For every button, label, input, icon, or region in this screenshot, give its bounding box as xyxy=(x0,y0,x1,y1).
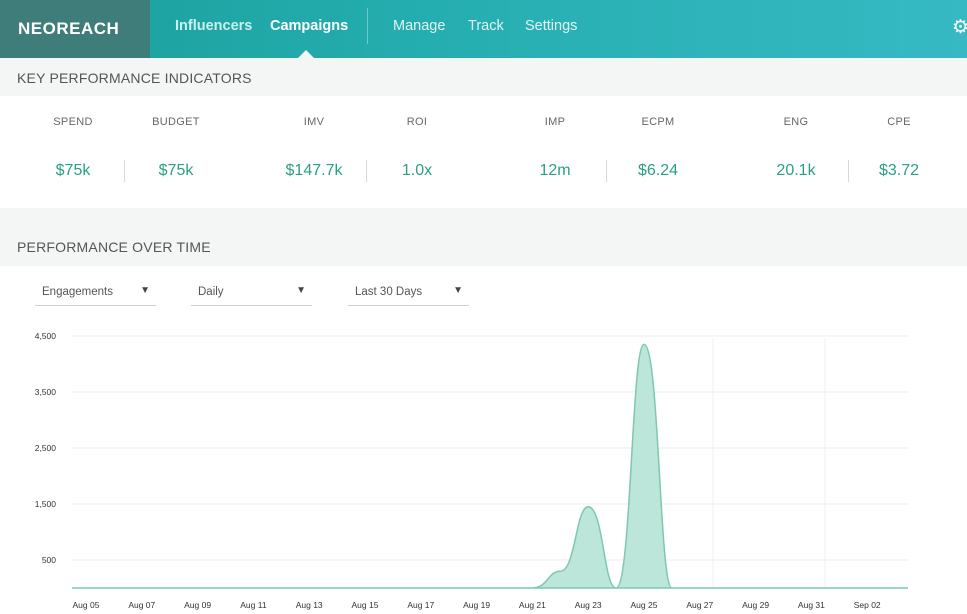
range-select[interactable]: Last 30 Days ▼ xyxy=(348,280,469,306)
y-tick-label: 500 xyxy=(42,555,56,565)
kpi-value-budget: $75k xyxy=(158,162,194,179)
y-tick-label: 2,500 xyxy=(35,443,57,453)
kpi-value-imv: $147.7k xyxy=(285,162,343,179)
kpi-label-budget: BUDGET xyxy=(152,116,200,128)
kpi-label-cpe: CPE xyxy=(887,116,911,128)
performance-header: PERFORMANCE OVER TIME xyxy=(0,208,967,266)
x-tick-label: Aug 23 xyxy=(575,600,602,610)
kpi-value-imp: 12m xyxy=(539,162,571,179)
x-tick-label: Aug 31 xyxy=(798,600,825,610)
kpi-value-cpe: $3.72 xyxy=(878,162,920,179)
kpi-divider xyxy=(124,160,125,182)
interval-select[interactable]: Daily ▼ xyxy=(191,280,312,306)
kpi-divider xyxy=(606,160,607,182)
nav-item-campaigns[interactable]: Campaigns xyxy=(270,18,348,34)
kpi-label-eng: ENG xyxy=(783,116,809,128)
chart-grid xyxy=(72,335,908,589)
interval-select-value: Daily xyxy=(198,286,224,298)
x-tick-label: Aug 21 xyxy=(519,600,546,610)
kpi-value-eng: 20.1k xyxy=(776,162,816,179)
kpi-value-spend: $75k xyxy=(55,162,91,179)
chevron-down-icon: ▼ xyxy=(296,285,306,296)
kpi-label-ecpm: ECPM xyxy=(641,116,675,128)
engagements-chart[interactable]: 5001,5002,5003,5004,500 Aug 05 Aug 07 Aug … xyxy=(0,320,967,614)
x-tick-label: Aug 11 xyxy=(240,600,267,610)
range-select-value: Last 30 Days xyxy=(355,286,423,298)
kpi-label-roi: ROI xyxy=(406,116,428,128)
top-nav: NEOREACH Influencers Campaigns Manage Tr… xyxy=(0,0,967,59)
performance-title: PERFORMANCE OVER TIME xyxy=(17,239,211,255)
y-axis-ticks: 500 1,500 2,500 3,500 4,500 xyxy=(35,331,57,565)
kpi-header: KEY PERFORMANCE INDICATORS xyxy=(0,58,967,96)
kpi-label-imp: IMP xyxy=(544,116,566,128)
x-tick-label: Aug 17 xyxy=(407,600,434,610)
x-tick-label: Aug 09 xyxy=(184,600,211,610)
nav-item-influencers[interactable]: Influencers xyxy=(175,18,252,34)
y-tick-label: 4,500 xyxy=(35,331,57,341)
x-tick-label: Aug 25 xyxy=(631,600,658,610)
x-tick-label: Aug 05 xyxy=(73,600,100,610)
x-tick-label: Aug 29 xyxy=(742,600,769,610)
x-tick-label: Aug 19 xyxy=(463,600,490,610)
chevron-down-icon: ▼ xyxy=(140,285,150,296)
chart-series xyxy=(72,343,908,589)
kpi-value-roi: 1.0x xyxy=(401,162,433,179)
x-tick-label: Aug 07 xyxy=(128,600,155,610)
x-tick-label: Aug 13 xyxy=(296,600,323,610)
chevron-down-icon: ▼ xyxy=(453,285,463,296)
y-tick-label: 3,500 xyxy=(35,387,57,397)
kpi-label-spend: SPEND xyxy=(53,116,93,128)
gear-icon[interactable]: ⚙ xyxy=(952,16,967,39)
logo-container[interactable]: NEOREACH xyxy=(0,0,150,58)
kpi-value-ecpm: $6.24 xyxy=(637,162,679,179)
nav-divider xyxy=(367,8,368,44)
nav-item-track[interactable]: Track xyxy=(468,18,504,34)
kpi-title: KEY PERFORMANCE INDICATORS xyxy=(17,70,252,86)
nav-item-manage[interactable]: Manage xyxy=(393,18,445,34)
x-tick-label: Aug 27 xyxy=(686,600,713,610)
x-tick-label: Aug 15 xyxy=(352,600,379,610)
kpi-label-imv: IMV xyxy=(303,116,325,128)
y-tick-label: 1,500 xyxy=(35,499,57,509)
nav-item-settings[interactable]: Settings xyxy=(525,18,577,34)
metric-select-value: Engagements xyxy=(42,286,113,298)
metric-select[interactable]: Engagements ▼ xyxy=(35,280,156,306)
engagements-area xyxy=(72,343,908,589)
logo[interactable]: NEOREACH xyxy=(18,19,119,39)
x-axis-ticks: Aug 05 Aug 07 Aug 09 Aug 11 Aug 13 Aug 15 Aug … xyxy=(73,600,881,610)
x-tick-label: Sep 02 xyxy=(854,600,881,610)
